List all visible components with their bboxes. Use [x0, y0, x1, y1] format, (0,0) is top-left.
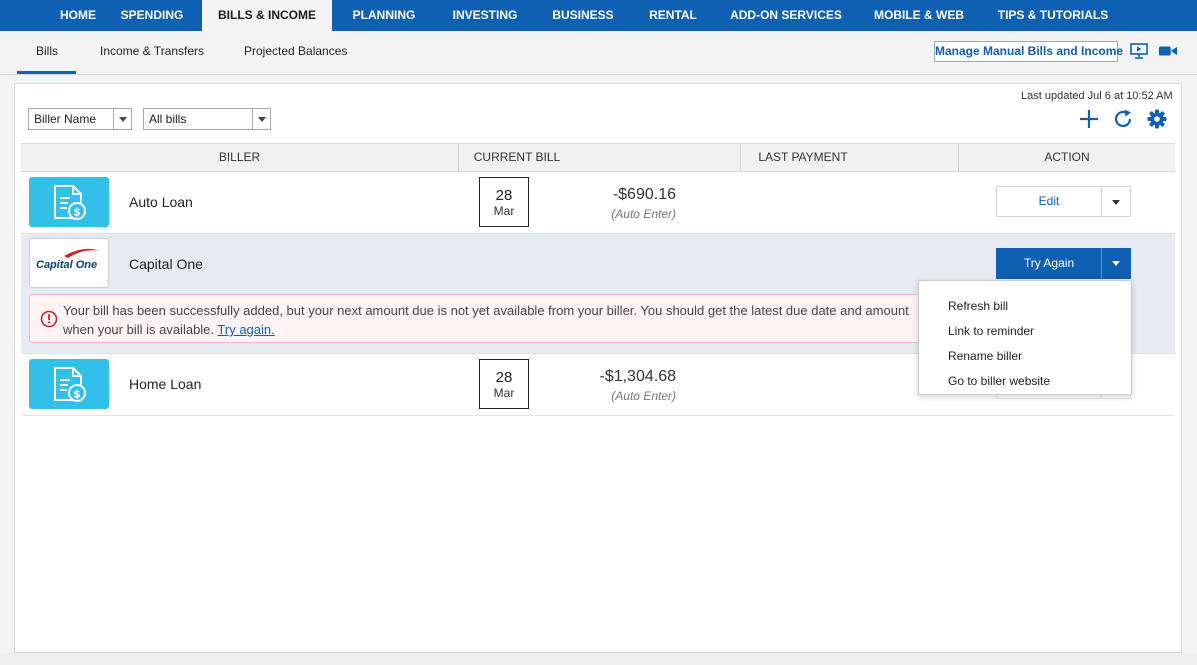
capital-one-logo-text: Capital One — [36, 259, 97, 271]
top-navigation: HOME SPENDING BILLS & INCOME PLANNING IN… — [0, 0, 1197, 31]
tab-projected-balances[interactable]: Projected Balances — [244, 44, 347, 58]
edit-options-dropdown[interactable] — [1101, 186, 1131, 217]
svg-text:$: $ — [73, 388, 81, 401]
tab-income-transfers[interactable]: Income & Transfers — [100, 44, 204, 58]
gear-icon[interactable] — [1146, 108, 1168, 130]
alert-message-text: Your bill has been successfully added, b… — [63, 303, 909, 337]
try-again-link[interactable]: Try again. — [217, 322, 274, 337]
edit-button[interactable]: Edit — [996, 186, 1102, 217]
nav-mobile-web[interactable]: MOBILE & WEB — [866, 0, 972, 31]
bottom-scrollbar-area — [0, 653, 1197, 665]
manage-manual-bills-button[interactable]: Manage Manual Bills and Income — [934, 41, 1123, 62]
bill-document-icon: $ — [29, 177, 109, 227]
menu-item-refresh-bill[interactable]: Refresh bill — [948, 299, 1008, 313]
last-updated-text: Last updated Jul 6 at 10:52 AM — [1021, 90, 1173, 102]
header-current-bill[interactable]: CURRENT BILL — [459, 144, 575, 171]
nav-investing[interactable]: INVESTING — [444, 0, 526, 31]
active-tab-indicator — [17, 71, 76, 74]
menu-item-link-to-reminder[interactable]: Link to reminder — [948, 324, 1034, 338]
header-action: ACTION — [1044, 150, 1090, 164]
bill-amount: -$690.16 — [612, 186, 676, 203]
chevron-down-icon — [252, 109, 270, 129]
all-bills-select-value: All bills — [149, 112, 187, 126]
due-day: 28 — [495, 187, 513, 204]
video-camera-icon[interactable] — [1158, 43, 1178, 59]
svg-text:$: $ — [73, 206, 81, 219]
sub-navigation: Bills Income & Transfers Projected Balan… — [0, 31, 1197, 75]
all-bills-select[interactable]: All bills — [143, 108, 271, 130]
due-day: 28 — [495, 369, 513, 386]
tab-bills[interactable]: Bills — [36, 44, 58, 58]
capital-one-logo: Capital One — [29, 238, 109, 288]
due-date-box: 28 Mar — [479, 359, 529, 409]
biller-name: Capital One — [129, 256, 203, 272]
add-icon[interactable] — [1078, 108, 1100, 130]
table-header: BILLER CURRENT BILL LAST PAYMENT ACTION — [21, 143, 1175, 172]
table-row[interactable]: $ Auto Loan 28 Mar -$690.16 (Auto Enter)… — [21, 172, 1175, 234]
auto-enter-label: (Auto Enter) — [611, 207, 676, 221]
nav-rental[interactable]: RENTAL — [640, 0, 706, 31]
due-month: Mar — [493, 204, 515, 218]
error-icon — [40, 310, 58, 328]
biller-name: Auto Loan — [129, 194, 193, 210]
chevron-down-icon — [113, 109, 131, 129]
nav-tips-tutorials[interactable]: TIPS & TUTORIALS — [992, 0, 1114, 31]
nav-planning[interactable]: PLANNING — [344, 0, 424, 31]
biller-name: Home Loan — [129, 376, 202, 392]
bill-amount: -$1,304.68 — [599, 368, 676, 385]
due-month: Mar — [493, 386, 515, 400]
presentation-icon[interactable] — [1129, 43, 1149, 59]
menu-item-rename-biller[interactable]: Rename biller — [948, 349, 1022, 363]
action-dropdown-menu: Refresh bill Link to reminder Rename bil… — [918, 280, 1132, 395]
nav-business[interactable]: BUSINESS — [546, 0, 620, 31]
bill-document-icon: $ — [29, 359, 109, 409]
header-biller[interactable]: BILLER — [21, 144, 458, 171]
auto-enter-label: (Auto Enter) — [611, 389, 676, 403]
nav-spending[interactable]: SPENDING — [108, 0, 196, 31]
try-again-button[interactable]: Try Again — [996, 248, 1102, 279]
alert-message: Your bill has been successfully added, b… — [63, 301, 923, 339]
due-date-box: 28 Mar — [479, 177, 529, 227]
biller-name-select[interactable]: Biller Name — [28, 108, 132, 130]
try-again-options-dropdown[interactable] — [1101, 248, 1131, 279]
menu-item-go-to-biller-website[interactable]: Go to biller website — [948, 374, 1050, 388]
refresh-icon[interactable] — [1112, 108, 1134, 130]
biller-name-select-value: Biller Name — [34, 112, 97, 126]
nav-bills-income[interactable]: BILLS & INCOME — [202, 0, 332, 31]
nav-add-on-services[interactable]: ADD-ON SERVICES — [726, 0, 846, 31]
header-last-payment[interactable]: LAST PAYMENT — [741, 144, 865, 171]
